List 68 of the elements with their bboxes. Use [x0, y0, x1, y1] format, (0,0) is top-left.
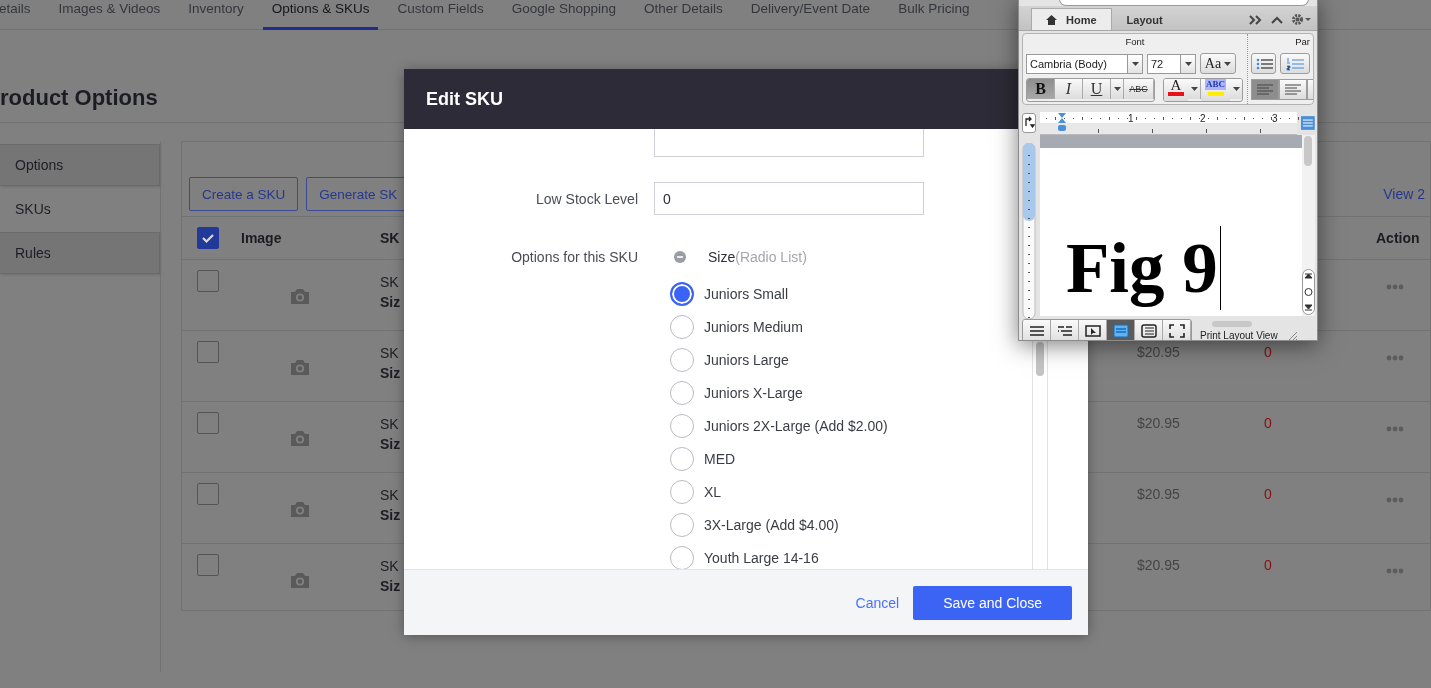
- field-label: Options for this SKU: [510, 248, 639, 267]
- tab[interactable]: Options & SKUs: [262, 0, 379, 30]
- size-text: Siz: [380, 364, 401, 383]
- price-cell: $20.95: [1137, 557, 1180, 573]
- sku-text: SK: [380, 273, 399, 292]
- toolbar-button[interactable]: Create a SKU: [189, 177, 299, 211]
- radio-label: Juniors 2X-Large (Add $2.00): [704, 417, 888, 434]
- option-group-type: (Radio List): [735, 249, 807, 265]
- highlight-button[interactable]: ABC: [1201, 78, 1230, 101]
- option-group-name: Size: [708, 249, 736, 265]
- stock-cell: 0: [1264, 415, 1272, 431]
- ruler-number: 2: [1200, 112, 1206, 124]
- sku-text: SK: [380, 415, 399, 434]
- radio-label: Juniors Large: [704, 351, 789, 368]
- sku-text: SK: [380, 557, 399, 576]
- price-cell: $20.95: [1137, 415, 1180, 431]
- format-button[interactable]: B: [1027, 78, 1055, 99]
- format-button[interactable]: U: [1083, 78, 1111, 99]
- tab[interactable]: Bulk Pricing: [889, 0, 979, 30]
- radio-label: 3X-Large (Add $4.00): [704, 516, 839, 533]
- size-text: Siz: [380, 293, 401, 312]
- tab[interactable]: Google Shopping: [502, 0, 626, 30]
- save-button[interactable]: Save and Close: [913, 585, 1072, 620]
- document-page[interactable]: Fig 9: [1040, 135, 1302, 316]
- change-case-button[interactable]: Aa: [1200, 53, 1236, 74]
- sidebar-item[interactable]: Options: [0, 144, 160, 186]
- tab[interactable]: Inventory: [179, 0, 253, 30]
- ribbon-tab[interactable]: Layout: [1111, 8, 1178, 30]
- ruler-number: 1: [1128, 112, 1134, 124]
- stock-cell: 0: [1264, 344, 1272, 360]
- group-label: Font: [1124, 36, 1146, 48]
- radio-label: MED: [704, 450, 736, 467]
- font-field[interactable]: Cambria (Body): [1026, 53, 1128, 74]
- view-link[interactable]: View 2: [1383, 186, 1425, 202]
- radio-label: XL: [704, 483, 722, 500]
- ribbon-tab[interactable]: Home: [1031, 8, 1112, 30]
- stock-cell: 0: [1264, 486, 1272, 502]
- font-color-button[interactable]: A: [1164, 78, 1188, 101]
- radio-label: Juniors Medium: [704, 318, 803, 335]
- tab[interactable]: etails: [0, 0, 40, 30]
- radio-label: Youth Large 14-16: [704, 549, 819, 566]
- tab[interactable]: Images & Videos: [49, 0, 170, 30]
- tab[interactable]: Delivery/Event Date: [741, 0, 880, 30]
- ruler-number: 3: [1272, 112, 1278, 124]
- tab[interactable]: Custom Fields: [388, 0, 493, 30]
- column-header: Image: [241, 230, 283, 246]
- cancel-link[interactable]: Cancel: [855, 594, 900, 611]
- size-text: Siz: [380, 506, 401, 525]
- column-header: Action: [1376, 230, 1421, 246]
- sidebar-item[interactable]: Rules: [0, 232, 160, 274]
- sku-text: SK: [380, 344, 399, 363]
- radio-label: Juniors X-Large: [704, 384, 803, 401]
- size-text: Siz: [380, 577, 401, 596]
- group-label: Par: [1294, 36, 1310, 48]
- column-header: SK: [380, 230, 401, 246]
- tab[interactable]: Other Details: [635, 0, 732, 30]
- price-cell: $20.95: [1137, 486, 1180, 502]
- format-button[interactable]: I: [1055, 78, 1083, 99]
- radio-label: Juniors Small: [704, 285, 789, 302]
- price-cell: $20.95: [1137, 344, 1180, 360]
- field-label: Low Stock Level: [535, 190, 639, 207]
- text-field[interactable]: 0: [654, 182, 924, 215]
- size-text: Siz: [380, 435, 401, 454]
- stock-cell: 0: [1264, 557, 1272, 573]
- format-button[interactable]: ABC: [1124, 78, 1154, 99]
- sku-text: SK: [380, 486, 399, 505]
- font-size-field[interactable]: 72: [1147, 53, 1181, 74]
- sidebar-item[interactable]: SKUs: [0, 188, 160, 230]
